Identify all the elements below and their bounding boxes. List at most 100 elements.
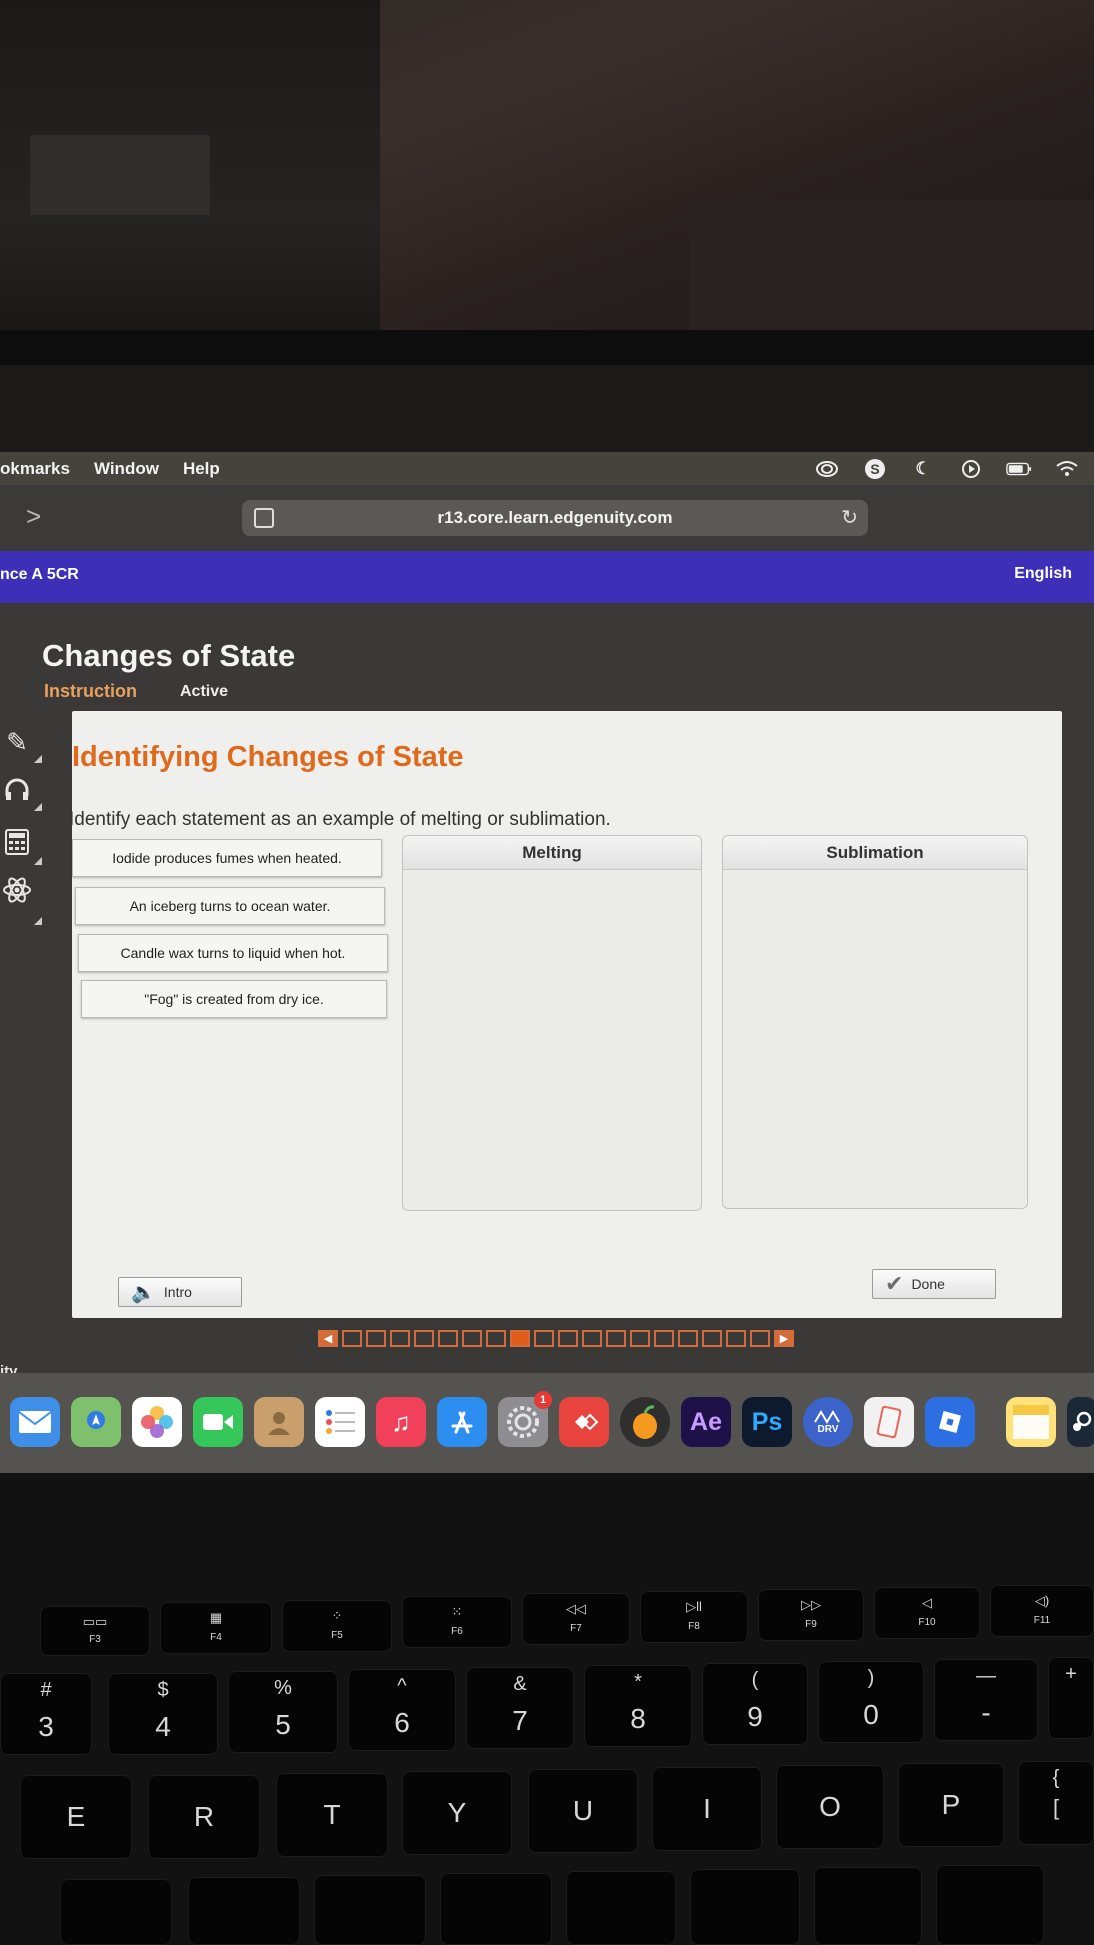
melting-bin[interactable]: Melting (402, 835, 702, 1211)
key-p[interactable]: P (898, 1763, 1004, 1847)
anydesk-icon[interactable] (559, 1397, 609, 1447)
page-square[interactable] (606, 1330, 626, 1347)
headphones-icon[interactable] (0, 773, 34, 807)
wifi-icon[interactable] (1054, 458, 1080, 480)
sublimation-bin[interactable]: Sublimation (722, 835, 1028, 1209)
page-square[interactable] (750, 1330, 770, 1347)
key-f4[interactable]: ▦ F4 (160, 1602, 272, 1654)
tab-active[interactable]: Active (180, 683, 228, 701)
key-minus[interactable]: — - (934, 1659, 1038, 1741)
key-j[interactable] (566, 1871, 676, 1945)
key-5[interactable]: % 5 (228, 1671, 338, 1753)
key-e[interactable]: E (20, 1775, 132, 1859)
next-page-arrow-icon[interactable]: ▶ (774, 1330, 794, 1347)
app-store-icon[interactable] (437, 1397, 487, 1447)
menu-window[interactable]: Window (70, 459, 159, 479)
key-f3[interactable]: ▭▭ F3 (40, 1606, 150, 1656)
key-bracket[interactable]: { [ (1018, 1761, 1094, 1845)
notes-icon[interactable] (1006, 1397, 1056, 1447)
key-i[interactable]: I (652, 1767, 762, 1851)
page-square[interactable] (390, 1330, 410, 1347)
photos-icon[interactable] (132, 1397, 182, 1447)
contacts-icon[interactable] (254, 1397, 304, 1447)
page-square[interactable] (678, 1330, 698, 1347)
menu-bookmarks[interactable]: okmarks (0, 459, 70, 479)
page-square[interactable] (630, 1330, 650, 1347)
key-r[interactable]: R (148, 1775, 260, 1859)
reload-icon[interactable]: ↻ (841, 505, 858, 530)
key-equals[interactable]: + (1048, 1657, 1094, 1739)
page-square[interactable] (534, 1330, 554, 1347)
drag-item-3[interactable]: Candle wax turns to liquid when hot. (78, 934, 388, 972)
prev-page-arrow-icon[interactable]: ◀ (318, 1330, 338, 1347)
creative-cloud-icon[interactable] (814, 458, 840, 480)
key-semicolon[interactable] (936, 1865, 1044, 1945)
page-square[interactable] (510, 1330, 530, 1347)
key-8[interactable]: * 8 (584, 1665, 692, 1747)
key-f8[interactable]: ▷ll F8 (640, 1591, 748, 1643)
play-icon[interactable] (958, 458, 984, 480)
key-f5[interactable]: ⁘ F5 (282, 1600, 392, 1652)
music-icon[interactable]: ♫ (376, 1397, 426, 1447)
forward-chevron-icon[interactable]: > (26, 501, 41, 532)
key-4[interactable]: $ 4 (108, 1673, 218, 1755)
key-t[interactable]: T (276, 1773, 388, 1857)
calculator-icon[interactable] (0, 825, 34, 859)
key-y[interactable]: Y (402, 1771, 512, 1855)
key-9[interactable]: ( 9 (702, 1663, 808, 1745)
sync-app-icon[interactable]: S (862, 458, 888, 480)
key-f11[interactable]: ◁) F11 (990, 1585, 1094, 1637)
page-square[interactable] (582, 1330, 602, 1347)
photoshop-icon[interactable]: Ps (742, 1397, 792, 1447)
key-f9[interactable]: ▷▷ F9 (758, 1589, 864, 1641)
battery-icon[interactable] (1006, 458, 1032, 480)
page-square[interactable] (366, 1330, 386, 1347)
page-square[interactable] (438, 1330, 458, 1347)
language-button[interactable]: English (1014, 565, 1072, 583)
menu-help[interactable]: Help (159, 459, 220, 479)
key-h[interactable] (440, 1873, 552, 1945)
key-7[interactable]: & 7 (466, 1667, 574, 1749)
steam-icon[interactable] (1067, 1397, 1094, 1447)
key-6[interactable]: ^ 6 (348, 1669, 456, 1751)
facetime-icon[interactable] (193, 1397, 243, 1447)
page-square[interactable] (486, 1330, 506, 1347)
key-f10[interactable]: ◁ F10 (874, 1587, 980, 1639)
page-square[interactable] (654, 1330, 674, 1347)
page-square[interactable] (726, 1330, 746, 1347)
key-k[interactable] (690, 1869, 800, 1945)
key-d[interactable] (60, 1879, 172, 1945)
key-3[interactable]: # 3 (0, 1673, 92, 1755)
drv-icon[interactable]: DRV (803, 1397, 853, 1447)
system-settings-icon[interactable]: 1 (498, 1391, 552, 1447)
key-l[interactable] (814, 1867, 922, 1945)
page-square[interactable] (702, 1330, 722, 1347)
page-square[interactable] (462, 1330, 482, 1347)
reminders-icon[interactable] (315, 1397, 365, 1447)
key-0[interactable]: ) 0 (818, 1661, 924, 1743)
roblox-icon[interactable] (925, 1397, 975, 1447)
drag-item-1[interactable]: Iodide produces fumes when heated. (72, 839, 382, 877)
after-effects-icon[interactable]: Ae (681, 1397, 731, 1447)
drag-item-2[interactable]: An iceberg turns to ocean water. (75, 887, 385, 925)
page-square[interactable] (558, 1330, 578, 1347)
maps-icon[interactable] (71, 1397, 121, 1447)
mail-icon[interactable] (10, 1397, 60, 1447)
page-square[interactable] (342, 1330, 362, 1347)
atom-icon[interactable] (0, 873, 34, 907)
key-o[interactable]: O (776, 1765, 884, 1849)
address-bar[interactable]: r13.core.learn.edgenuity.com ↻ (242, 500, 868, 536)
intro-button[interactable]: 🔈 Intro (118, 1277, 242, 1307)
done-button[interactable]: ✔ Done (872, 1269, 996, 1299)
tab-instruction[interactable]: Instruction (44, 681, 137, 702)
key-u[interactable]: U (528, 1769, 638, 1853)
key-f[interactable] (188, 1877, 300, 1945)
pencil-icon[interactable]: ✎ (0, 725, 34, 759)
drag-item-4[interactable]: "Fog" is created from dry ice. (81, 980, 387, 1018)
key-g[interactable] (314, 1875, 426, 1945)
fl-studio-icon[interactable] (620, 1397, 670, 1447)
page-square[interactable] (414, 1330, 434, 1347)
moon-icon[interactable]: ☾ (910, 458, 936, 480)
key-f6[interactable]: ⁙ F6 (402, 1596, 512, 1648)
files-icon[interactable] (864, 1397, 914, 1447)
